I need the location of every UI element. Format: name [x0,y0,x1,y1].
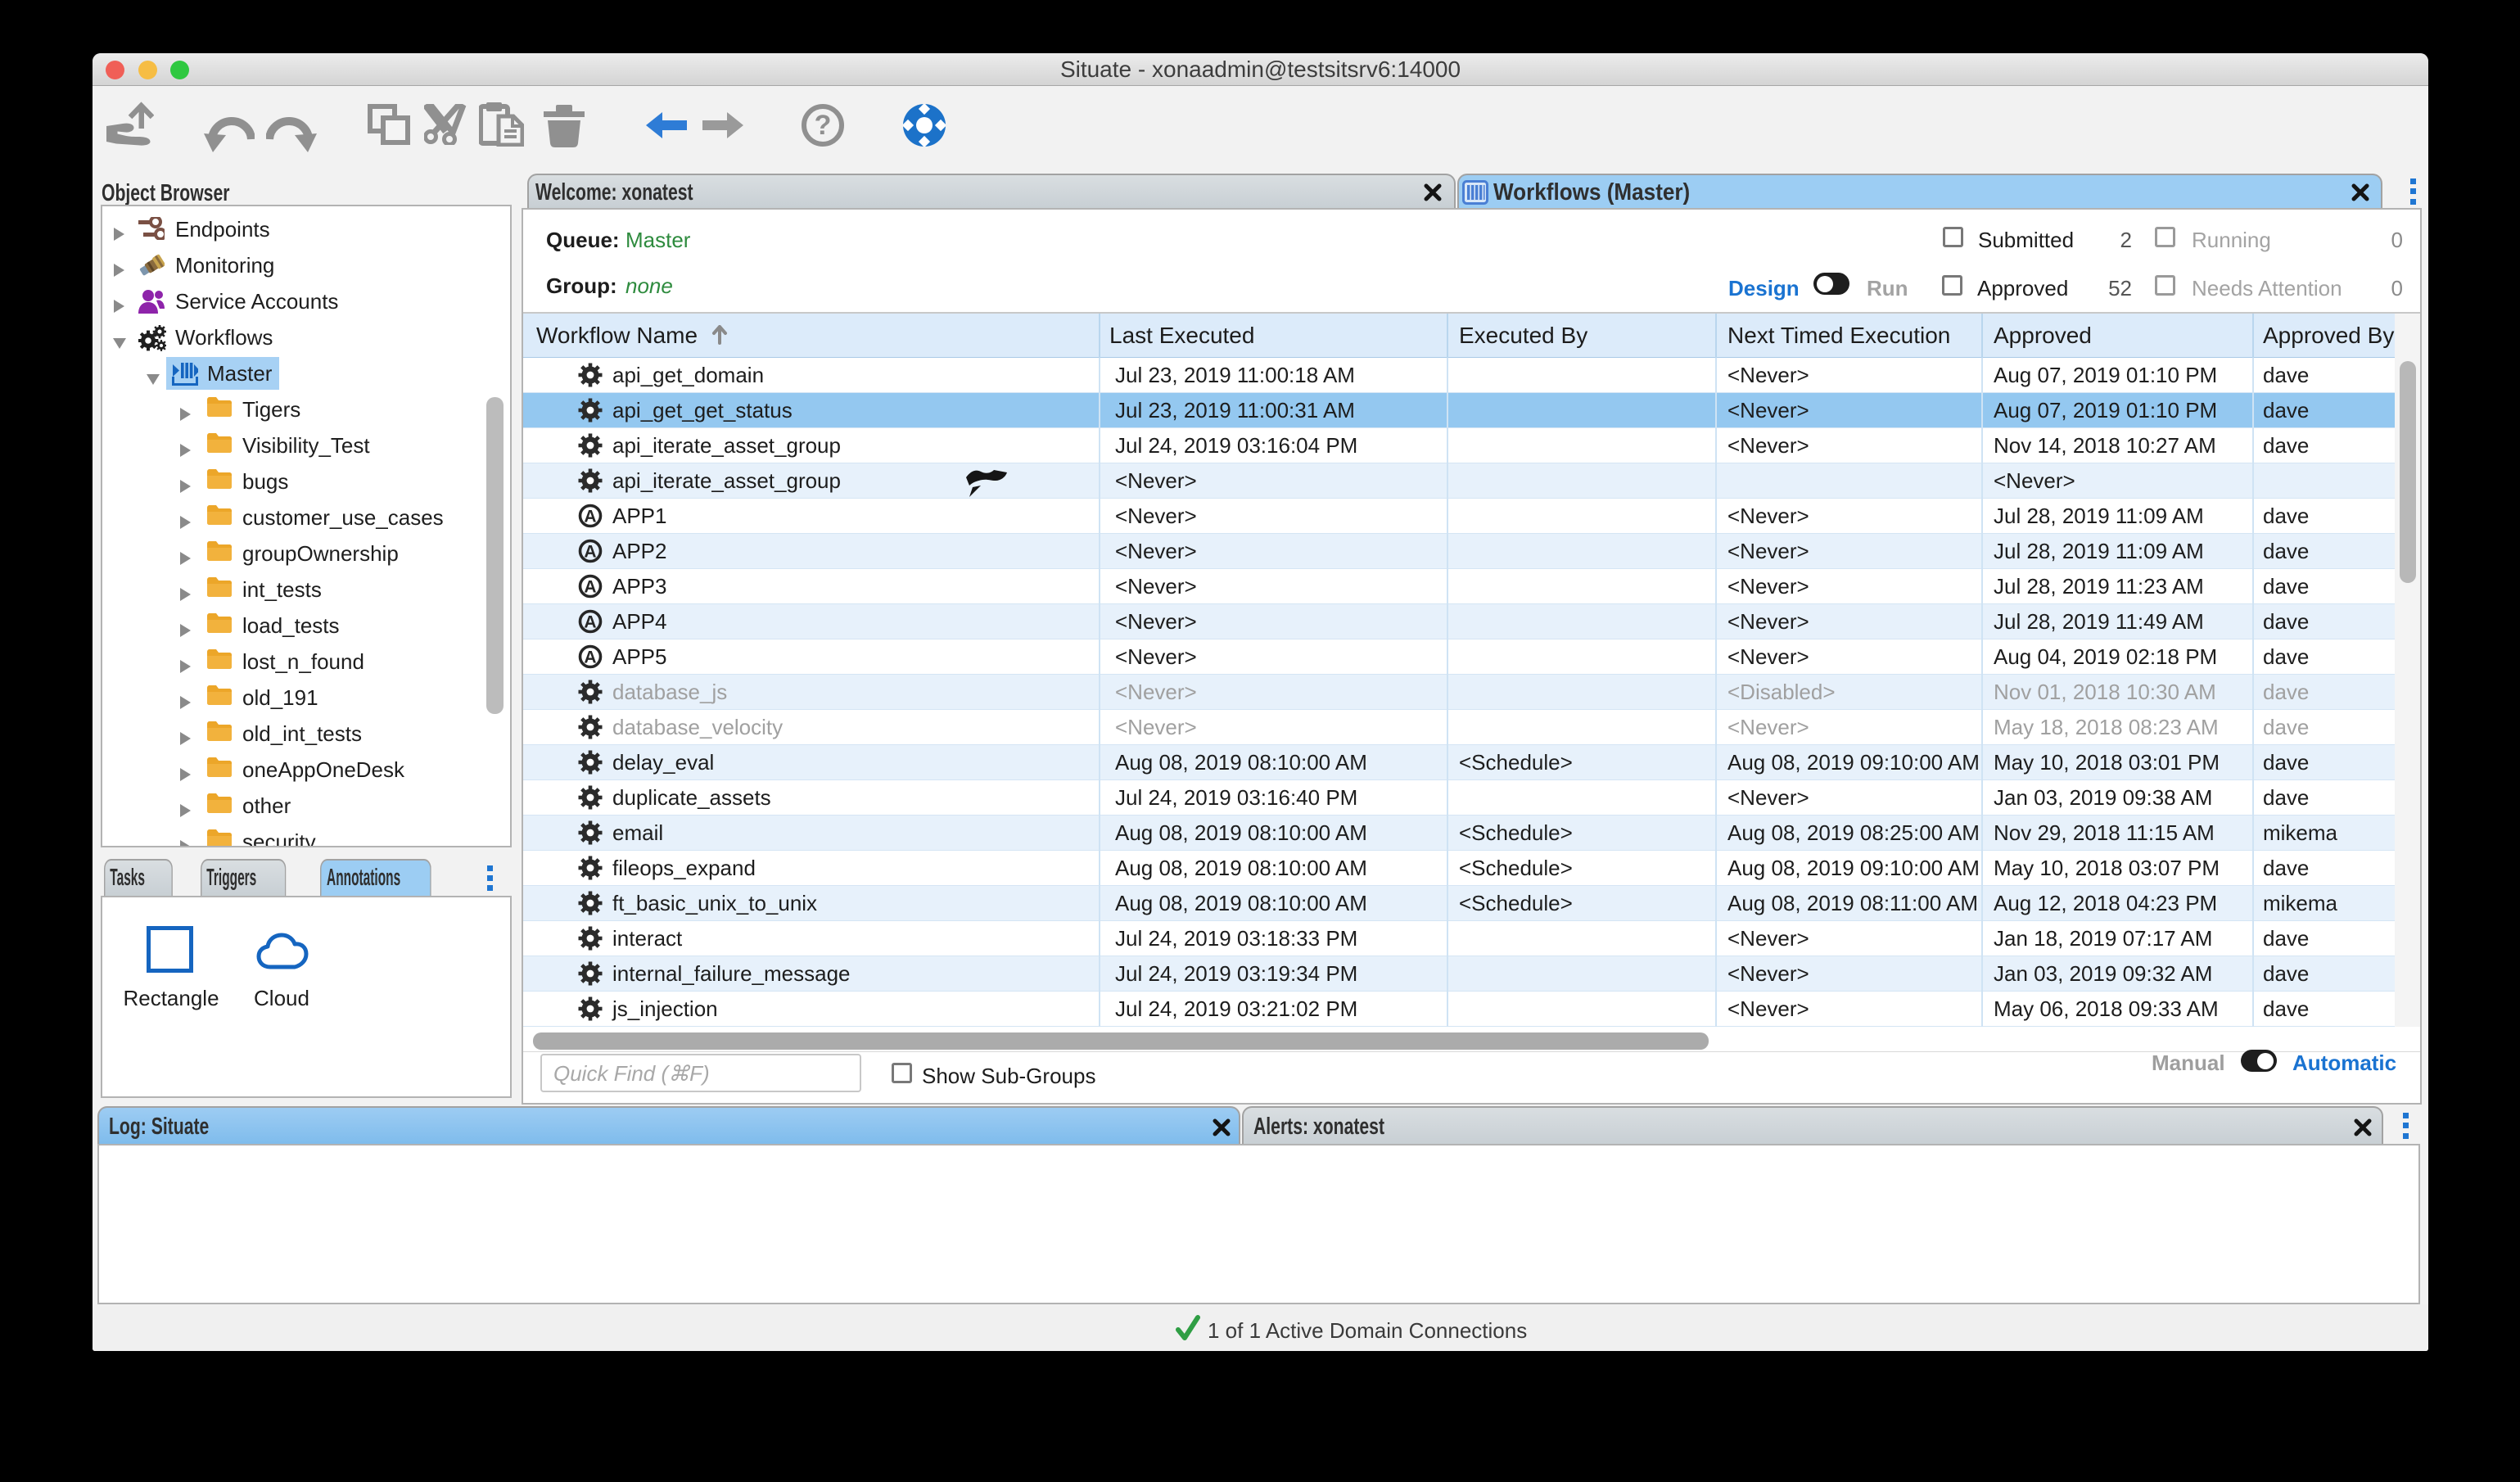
svg-text:A: A [584,613,596,632]
svg-text:A: A [584,543,596,562]
svg-text:A: A [584,578,596,597]
svg-text:A: A [584,648,596,667]
svg-text:?: ? [815,110,832,141]
svg-text:A: A [584,508,596,526]
